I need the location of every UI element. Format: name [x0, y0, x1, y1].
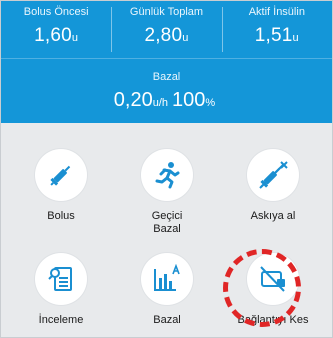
stat-value: 2,80u [144, 25, 189, 46]
basal-percent: 100 [172, 89, 206, 111]
pump-home-screen: Bolus Öncesi 1,60u Günlük Toplam 2,80u A… [0, 0, 333, 338]
stat-unit: u [71, 32, 79, 44]
menu-bolus-button[interactable]: Bolus [6, 149, 116, 223]
stat-unit: u [182, 32, 189, 44]
basal-rate-line: 0,20u/h 100% [1, 89, 332, 112]
basal-label: Bazal [152, 71, 181, 83]
menu-baglantiyi-kes-button[interactable]: Bağlantıyı Kes [208, 253, 332, 327]
stat-value: 1,51u [254, 25, 299, 46]
basal-percent-unit: % [205, 97, 216, 109]
document-search-icon [48, 267, 72, 291]
stat-label: Günlük Toplam [129, 6, 204, 18]
menu-askiya-al-circle[interactable] [247, 149, 299, 201]
stat-value: 1,60u [34, 25, 79, 46]
menu-baglantiyi-kes-label: Bağlantıyı Kes [237, 314, 309, 326]
menu-askiya-al-button[interactable]: Askıya al [218, 149, 328, 223]
basal-chart-icon [154, 264, 180, 291]
menu-bolus-circle[interactable] [35, 149, 87, 201]
menu-bazal-label: Bazal [153, 314, 181, 326]
syringe-x-icon [259, 161, 288, 189]
menu-gecici-bazal-circle[interactable] [141, 149, 193, 201]
basal-rate: 0,20 [113, 89, 153, 111]
menu-bolus-label: Bolus [47, 210, 75, 222]
menu-gecici-bazal-button[interactable]: Geçici Bazal [112, 149, 222, 236]
stat-aktif-insulin: Aktif İnsülin 1,51u [221, 1, 332, 58]
stat-label: Bolus Öncesi [23, 6, 89, 18]
menu-inceleme-button[interactable]: İnceleme [6, 253, 116, 327]
menu-bazal-button[interactable]: Bazal [112, 253, 222, 327]
disconnect-pump-icon [260, 266, 285, 292]
menu-inceleme-circle[interactable] [35, 253, 87, 305]
insulin-stats-bar: Bolus Öncesi 1,60u Günlük Toplam 2,80u A… [1, 1, 332, 58]
stat-label: Aktif İnsülin [248, 6, 305, 18]
menu-askiya-al-label: Askıya al [250, 210, 296, 222]
running-person-icon [155, 162, 180, 189]
syringe-icon [50, 165, 71, 186]
stat-gunluk-toplam: Günlük Toplam 2,80u [111, 1, 221, 58]
menu-inceleme-label: İnceleme [38, 314, 84, 326]
basal-banner[interactable]: Bazal 0,20u/h 100% [1, 58, 332, 123]
menu-baglantiyi-kes-circle[interactable] [247, 253, 299, 305]
basal-rate-unit: u/h [152, 97, 169, 109]
menu-gecici-bazal-label: Geçici Bazal [151, 210, 183, 235]
stat-unit: u [292, 32, 299, 44]
menu-bazal-circle[interactable] [141, 253, 193, 305]
stat-bolus-oncesi: Bolus Öncesi 1,60u [1, 1, 111, 58]
